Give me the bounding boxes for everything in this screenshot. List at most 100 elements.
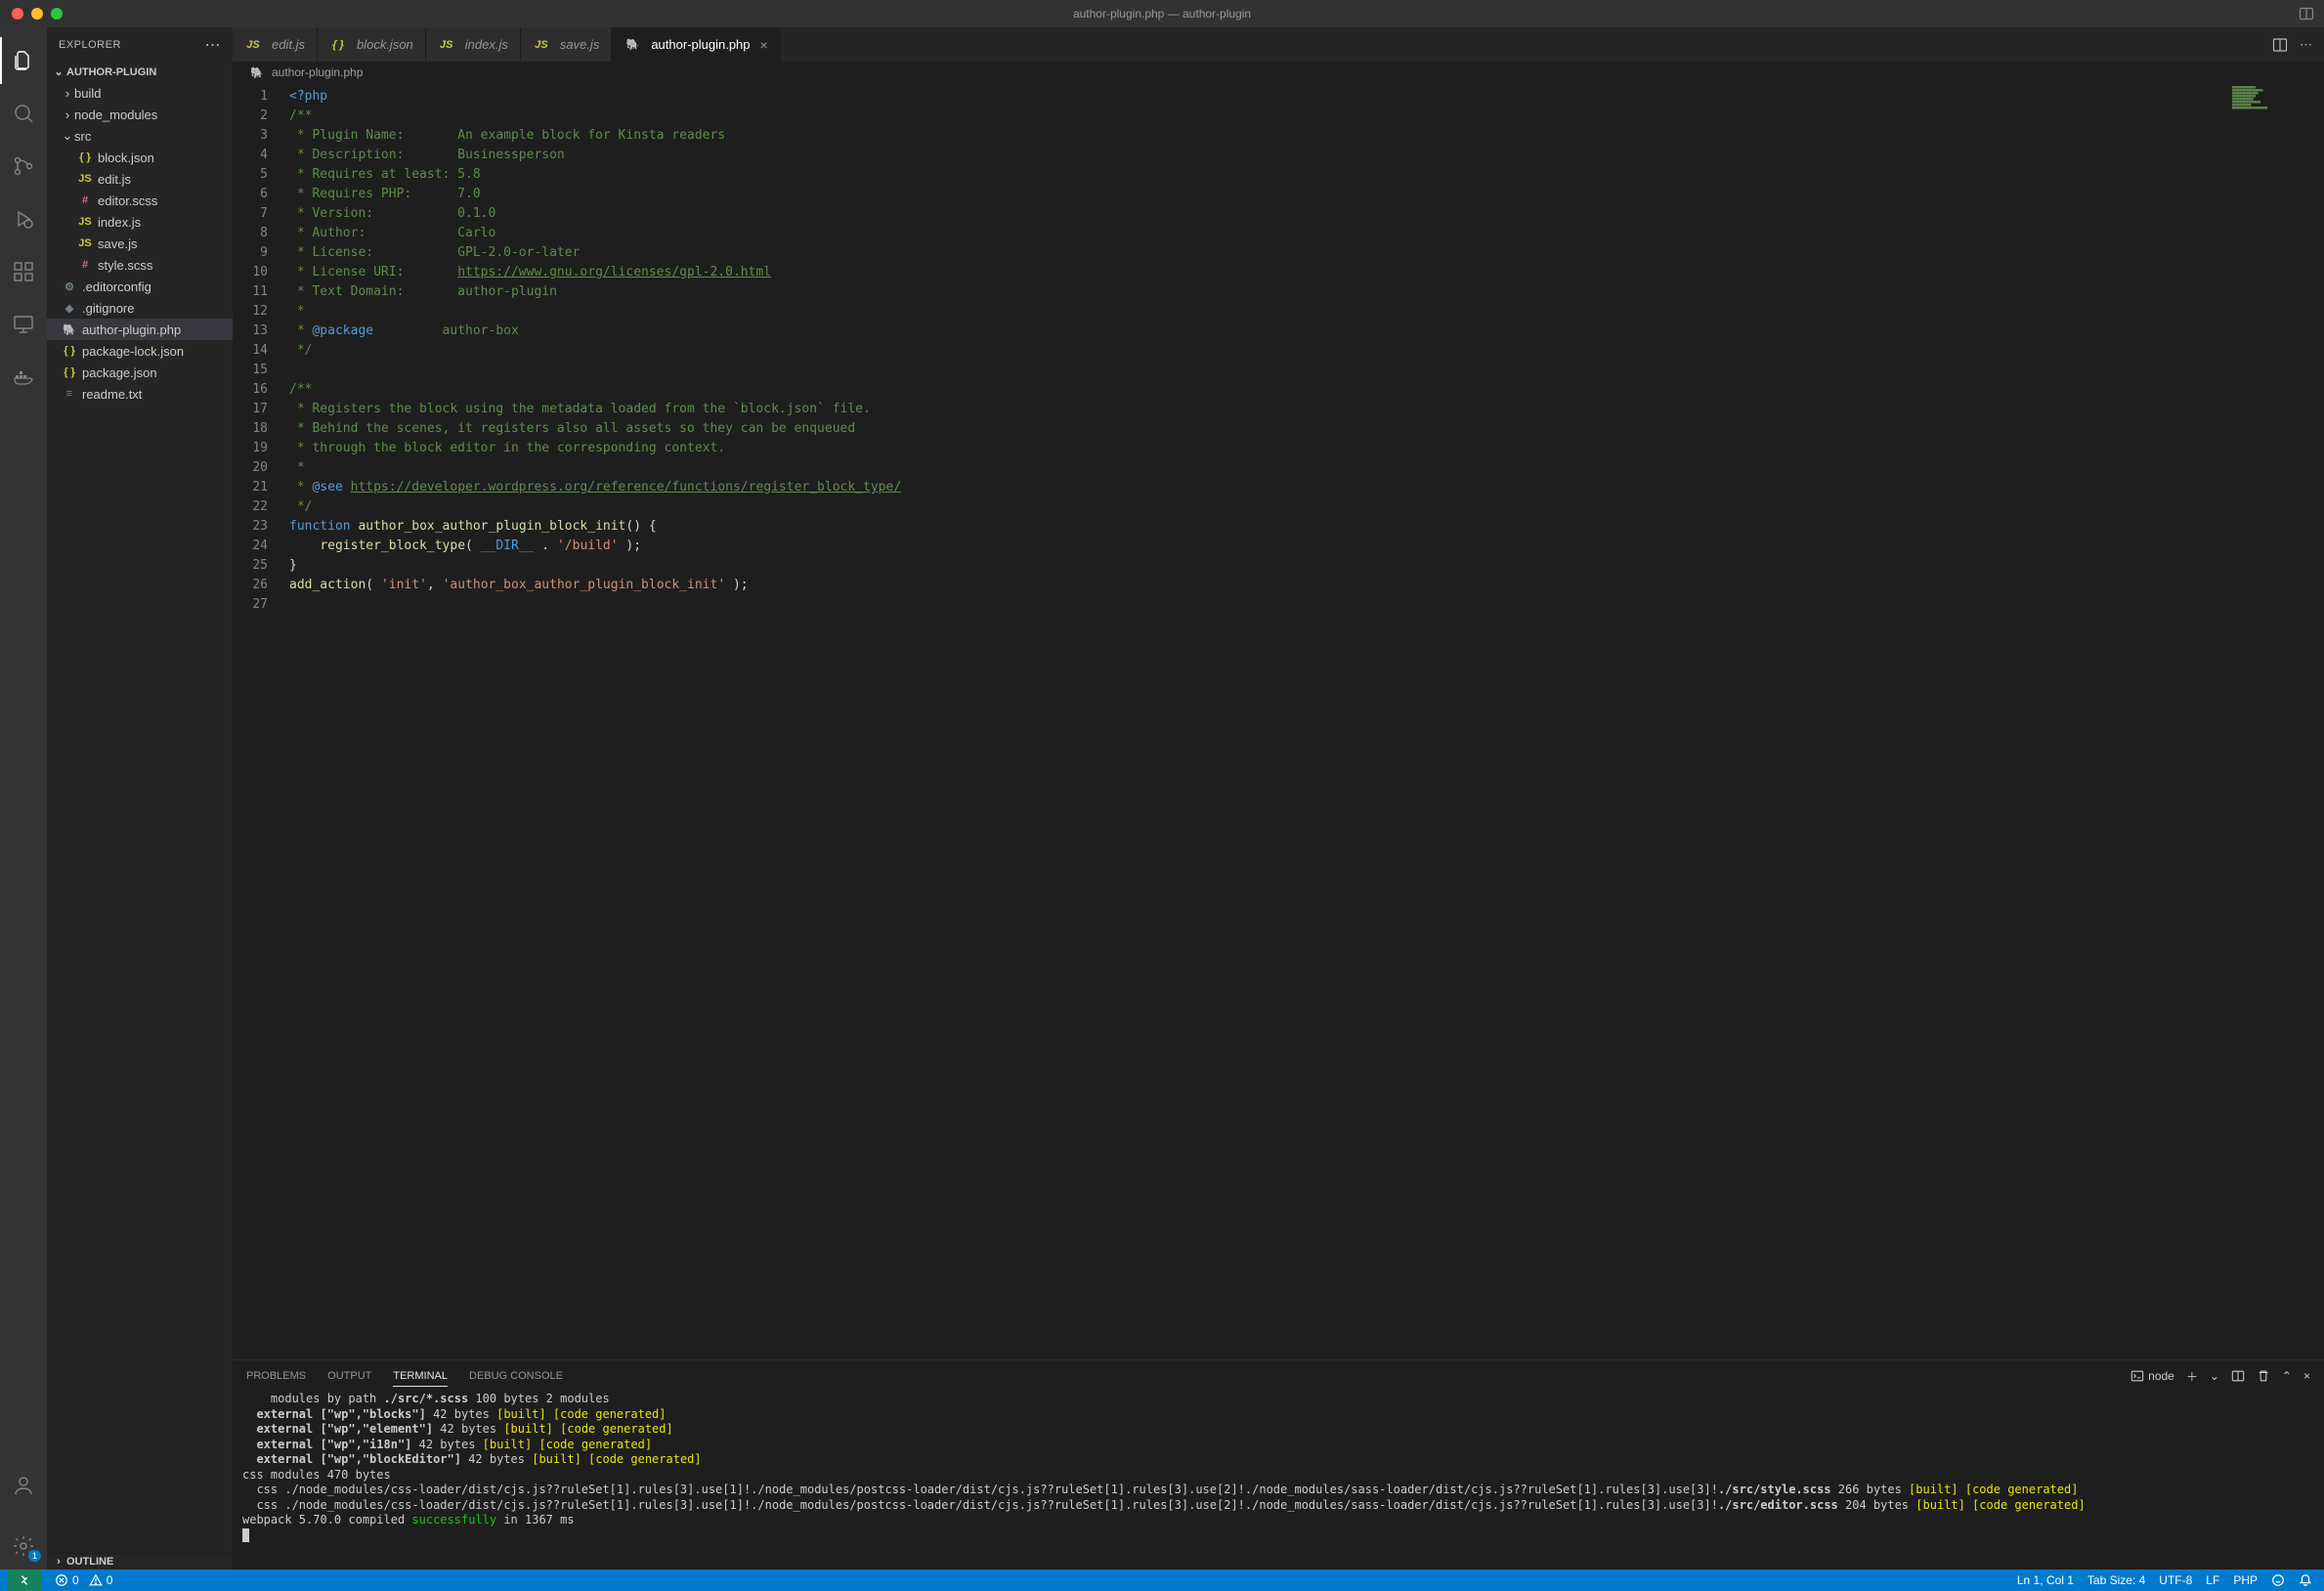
file-gitignore[interactable]: ◆.gitignore <box>47 297 233 319</box>
js-icon: JS <box>76 173 94 185</box>
explorer-icon[interactable] <box>0 37 47 84</box>
chevron-down-icon: ⌄ <box>61 128 74 144</box>
text-icon: ≡ <box>61 388 78 400</box>
remote-button[interactable] <box>8 1570 41 1591</box>
folder-node-modules[interactable]: ›node_modules <box>47 104 233 125</box>
minimap[interactable]: ████████████████████████████████████████… <box>2226 83 2324 1359</box>
settings-gear-icon[interactable]: 1 <box>0 1523 47 1570</box>
file-readme[interactable]: ≡readme.txt <box>47 383 233 405</box>
search-icon[interactable] <box>0 90 47 137</box>
bottom-panel: PROBLEMS OUTPUT TERMINAL DEBUG CONSOLE n… <box>233 1359 2324 1570</box>
settings-badge: 1 <box>28 1550 41 1562</box>
chevron-down-icon: ⌄ <box>51 65 66 78</box>
extensions-icon[interactable] <box>0 248 47 295</box>
code-editor[interactable]: 1234567891011121314151617181920212223242… <box>233 83 2324 1359</box>
panel-tab-output[interactable]: OUTPUT <box>327 1366 371 1386</box>
outline-section[interactable]: › OUTLINE <box>47 1554 233 1570</box>
tab-edit-js[interactable]: JSedit.js <box>233 27 318 62</box>
split-editor-icon[interactable] <box>2272 37 2288 53</box>
title-bar: author-plugin.php — author-plugin <box>0 0 2324 27</box>
errors-count[interactable]: 0 <box>55 1573 79 1587</box>
explorer-more-icon[interactable]: ⋯ <box>205 35 222 55</box>
notifications-icon[interactable] <box>2299 1573 2312 1587</box>
close-tab-icon[interactable]: × <box>760 37 768 53</box>
breadcrumb-file: author-plugin.php <box>272 65 363 79</box>
js-icon: JS <box>533 39 550 51</box>
php-icon: 🐘 <box>61 323 78 336</box>
activity-bar: 1 <box>0 27 47 1570</box>
file-style-scss[interactable]: #style.scss <box>47 254 233 276</box>
eol[interactable]: LF <box>2206 1573 2219 1587</box>
status-bar: 0 0 Ln 1, Col 1 Tab Size: 4 UTF-8 LF PHP <box>0 1570 2324 1591</box>
file-author-plugin-php[interactable]: 🐘author-plugin.php <box>47 319 233 340</box>
new-terminal-icon[interactable]: ＋ <box>2186 1368 2198 1385</box>
window-title: author-plugin.php — author-plugin <box>1073 7 1251 21</box>
tab-block-json[interactable]: { }block.json <box>318 27 426 62</box>
terminal-shell-icon[interactable]: node <box>2130 1369 2174 1383</box>
code-content[interactable]: <?php/** * Plugin Name: An example block… <box>281 83 2226 1359</box>
project-name: AUTHOR-PLUGIN <box>66 66 156 78</box>
panel-tab-debug[interactable]: DEBUG CONSOLE <box>469 1366 563 1386</box>
docker-icon[interactable] <box>0 354 47 401</box>
encoding[interactable]: UTF-8 <box>2159 1573 2192 1587</box>
remote-explorer-icon[interactable] <box>0 301 47 348</box>
tab-index-js[interactable]: JSindex.js <box>426 27 521 62</box>
feedback-icon[interactable] <box>2271 1573 2285 1587</box>
chevron-right-icon: › <box>51 1556 66 1568</box>
js-icon: JS <box>76 216 94 228</box>
panel-tab-problems[interactable]: PROBLEMS <box>246 1366 306 1386</box>
tab-save-js[interactable]: JSsave.js <box>521 27 612 62</box>
source-control-icon[interactable] <box>0 143 47 190</box>
more-actions-icon[interactable]: ⋯ <box>2300 37 2312 53</box>
debug-icon[interactable] <box>0 195 47 242</box>
file-editorconfig[interactable]: ⚙.editorconfig <box>47 276 233 297</box>
kill-terminal-icon[interactable] <box>2257 1369 2270 1383</box>
file-index-js[interactable]: JSindex.js <box>47 211 233 233</box>
warnings-count[interactable]: 0 <box>89 1573 113 1587</box>
scss-icon: # <box>76 259 94 271</box>
line-numbers: 1234567891011121314151617181920212223242… <box>233 83 281 1359</box>
maximize-window-button[interactable] <box>51 8 63 20</box>
json-icon: { } <box>61 345 78 357</box>
terminal-output[interactable]: modules by path ./src/*.scss 100 bytes 2… <box>233 1392 2324 1570</box>
json-icon: { } <box>61 366 78 378</box>
language-mode[interactable]: PHP <box>2233 1573 2258 1587</box>
split-terminal-icon[interactable] <box>2231 1369 2245 1383</box>
explorer-title: EXPLORER <box>59 39 205 51</box>
scss-icon: # <box>76 194 94 206</box>
js-icon: JS <box>76 237 94 249</box>
outline-label: OUTLINE <box>66 1556 113 1568</box>
chevron-right-icon: › <box>61 108 74 122</box>
close-window-button[interactable] <box>12 8 23 20</box>
cursor-position[interactable]: Ln 1, Col 1 <box>2017 1573 2074 1587</box>
chevron-right-icon: › <box>61 86 74 101</box>
json-icon: { } <box>329 39 347 51</box>
layout-icon[interactable] <box>2299 6 2314 22</box>
file-save-js[interactable]: JSsave.js <box>47 233 233 254</box>
file-edit-js[interactable]: JSedit.js <box>47 168 233 190</box>
breadcrumb[interactable]: 🐘 author-plugin.php <box>233 62 2324 83</box>
js-icon: JS <box>244 39 262 51</box>
close-panel-icon[interactable]: × <box>2303 1369 2310 1383</box>
folder-src[interactable]: ⌄src <box>47 125 233 147</box>
tab-size[interactable]: Tab Size: 4 <box>2087 1573 2145 1587</box>
terminal-dropdown-icon[interactable]: ⌄ <box>2210 1369 2219 1383</box>
project-folder-header[interactable]: ⌄ AUTHOR-PLUGIN <box>47 64 233 80</box>
folder-build[interactable]: ›build <box>47 82 233 104</box>
js-icon: JS <box>438 39 455 51</box>
accounts-icon[interactable] <box>0 1462 47 1509</box>
explorer-sidebar: EXPLORER ⋯ ⌄ AUTHOR-PLUGIN ›build ›node_… <box>47 27 233 1570</box>
file-package-lock[interactable]: { }package-lock.json <box>47 340 233 362</box>
git-icon: ◆ <box>61 302 78 315</box>
maximize-panel-icon[interactable]: ⌃ <box>2282 1369 2292 1383</box>
php-icon: 🐘 <box>624 38 641 51</box>
file-editor-scss[interactable]: #editor.scss <box>47 190 233 211</box>
minimize-window-button[interactable] <box>31 8 43 20</box>
editor-tabs: JSedit.js { }block.json JSindex.js JSsav… <box>233 27 2324 62</box>
tab-author-plugin[interactable]: 🐘author-plugin.php× <box>612 27 780 62</box>
file-package-json[interactable]: { }package.json <box>47 362 233 383</box>
file-block-json[interactable]: { }block.json <box>47 147 233 168</box>
json-icon: { } <box>76 151 94 163</box>
panel-tab-terminal[interactable]: TERMINAL <box>393 1366 448 1387</box>
php-icon: 🐘 <box>248 66 266 79</box>
